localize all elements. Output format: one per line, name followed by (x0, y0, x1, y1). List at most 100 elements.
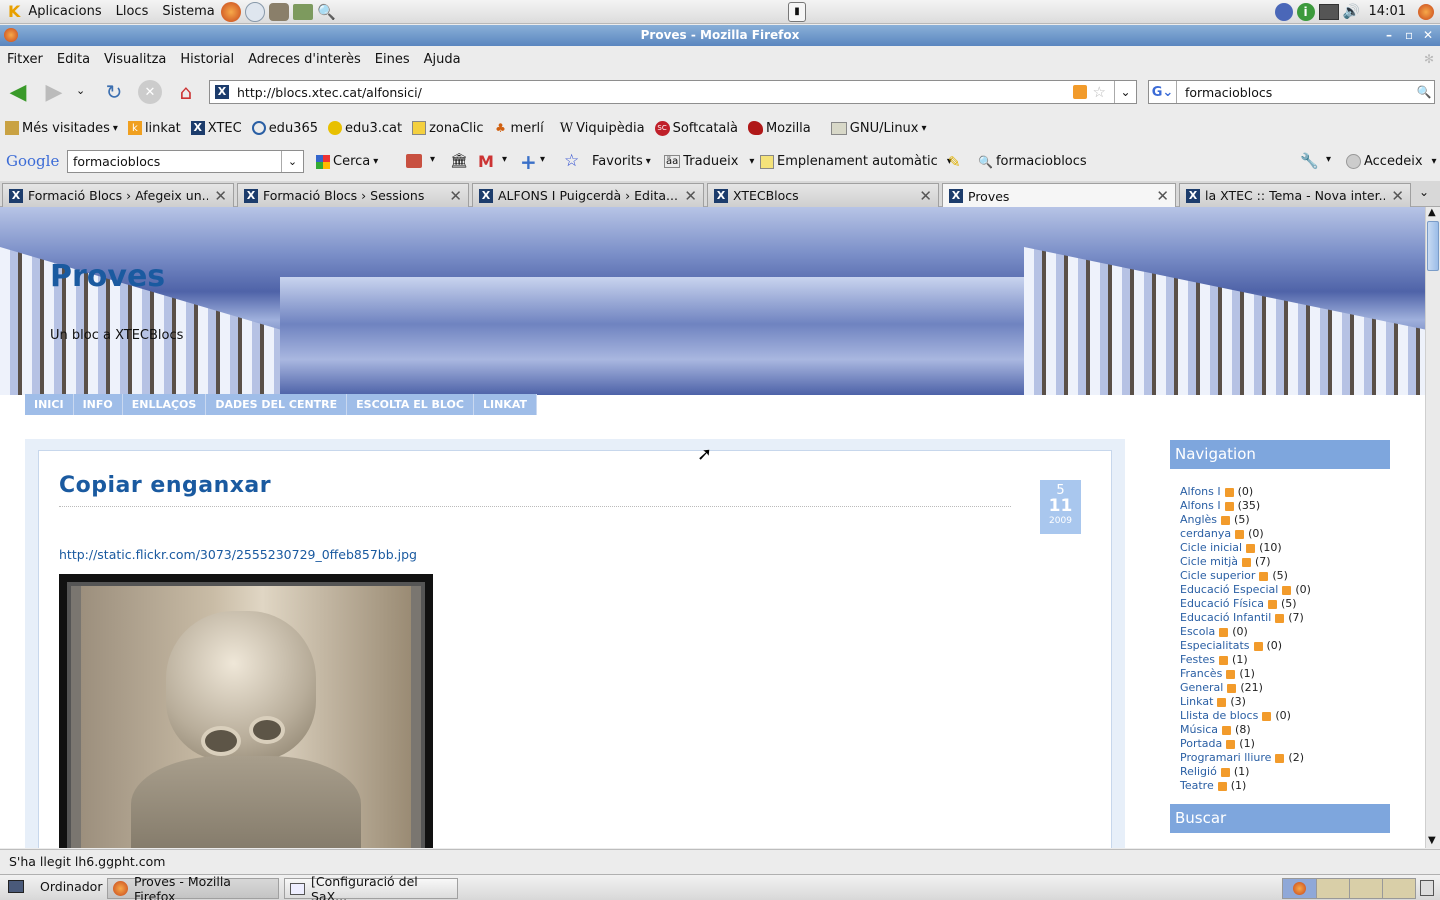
nav-inici[interactable]: INICI (25, 394, 74, 415)
translate-button[interactable]: äa Tradueix ▾ (664, 154, 754, 169)
category-link[interactable]: Música (1180, 723, 1218, 737)
rss-icon[interactable] (1235, 529, 1245, 539)
bookmark-zonaclic[interactable]: zonaClic (412, 121, 484, 136)
category-link[interactable]: Educació Física (1180, 597, 1264, 611)
rss-icon[interactable] (1275, 753, 1285, 763)
category-item[interactable]: Francès (1) (1180, 667, 1390, 681)
scroll-thumb[interactable] (1427, 221, 1439, 271)
close-icon[interactable]: ✕ (684, 187, 697, 205)
category-item[interactable]: Religió (1) (1180, 765, 1390, 779)
url-text[interactable]: http://blocs.xtec.cat/alfonsici/ (237, 85, 1073, 100)
close-icon[interactable]: ✕ (449, 187, 462, 205)
tab-xtecblocs[interactable]: X XTECBlocs ✕ (707, 183, 939, 207)
category-item[interactable]: cerdanya (0) (1180, 527, 1390, 541)
bookmark-star-icon[interactable]: ☆ (1093, 83, 1106, 101)
category-link[interactable]: Llista de blocs (1180, 709, 1258, 723)
workspace-3[interactable] (1349, 879, 1382, 898)
google-query-box[interactable]: formacioblocs ⌄ (67, 150, 304, 173)
workspace-2[interactable] (1316, 879, 1349, 898)
gimp-launcher-icon[interactable] (268, 2, 289, 21)
rss-icon[interactable] (1267, 599, 1277, 609)
close-icon[interactable]: ✕ (1156, 187, 1169, 205)
category-link[interactable]: Francès (1180, 667, 1222, 681)
info-icon[interactable]: i (1296, 2, 1315, 21)
menu-tools[interactable]: Eines (375, 52, 410, 67)
rss-icon[interactable] (1246, 543, 1256, 553)
rss-icon[interactable] (1219, 655, 1229, 665)
search-bar[interactable]: G⌄ formacioblocs 🔍 (1148, 80, 1435, 104)
menu-applications[interactable]: Aplicacions (28, 4, 101, 19)
close-icon[interactable]: ✕ (1423, 25, 1433, 46)
rss-icon[interactable] (1259, 571, 1269, 581)
rss-icon[interactable] (1224, 487, 1234, 497)
clock[interactable]: 14:01 (1369, 4, 1406, 19)
category-link[interactable]: Anglès (1180, 513, 1217, 527)
close-icon[interactable]: ✕ (214, 187, 227, 205)
menu-edit[interactable]: Edita (57, 52, 90, 67)
search-input[interactable]: formacioblocs (1177, 85, 1414, 100)
menu-help[interactable]: Ajuda (424, 52, 461, 67)
category-item[interactable]: Cicle inicial (10) (1180, 541, 1390, 555)
nav-info[interactable]: INFO (73, 394, 123, 415)
category-item[interactable]: Educació Infantil (7) (1180, 611, 1390, 625)
stop-icon[interactable]: ✕ (138, 80, 162, 104)
menu-places[interactable]: Llocs (116, 4, 149, 19)
minimize-icon[interactable]: – (1386, 25, 1392, 46)
category-item[interactable]: Especialitats (0) (1180, 639, 1390, 653)
google-logo[interactable]: Google (6, 152, 59, 170)
scroll-down-icon[interactable]: ▼ (1428, 835, 1436, 846)
nav-escolta-bloc[interactable]: ESCOLTA EL BLOC (347, 394, 474, 415)
firefox-launcher-icon[interactable] (220, 1, 241, 22)
close-icon[interactable]: ✕ (1391, 187, 1404, 205)
category-item[interactable]: Festes (1) (1180, 653, 1390, 667)
category-link[interactable]: Teatre (1180, 779, 1214, 793)
bookmark-edu3[interactable]: edu3.cat (328, 121, 402, 136)
category-link[interactable]: Festes (1180, 653, 1215, 667)
menu-file[interactable]: Fitxer (7, 52, 43, 67)
post-image[interactable] (59, 574, 433, 848)
maximize-icon[interactable]: ▫ (1405, 25, 1413, 46)
bookmark-wikipedia[interactable]: W Viquipèdia (560, 121, 645, 136)
category-item[interactable]: Programari lliure (2) (1180, 751, 1390, 765)
url-bar[interactable]: X http://blocs.xtec.cat/alfonsici/ ☆ ⌄ (209, 80, 1137, 104)
menu-system[interactable]: Sistema (162, 4, 214, 19)
rss-icon[interactable] (1282, 585, 1292, 595)
tab-xtec-tema[interactable]: Xla XTEC :: Tema - Nova inter... ✕ (1179, 183, 1411, 207)
category-item[interactable]: Escola (0) (1180, 625, 1390, 639)
rss-icon[interactable] (1262, 711, 1272, 721)
monitor-icon[interactable] (1318, 3, 1339, 20)
rss-icon[interactable] (1275, 613, 1285, 623)
usb-icon[interactable]: ▮ (788, 1, 806, 22)
search-tool-icon[interactable]: 🔍 (317, 2, 337, 22)
rss-icon[interactable] (1253, 641, 1263, 651)
back-icon[interactable]: ◀ (6, 80, 30, 105)
workspace-4[interactable] (1382, 879, 1415, 898)
category-link[interactable]: Programari lliure (1180, 751, 1271, 765)
category-link[interactable]: Religió (1180, 765, 1217, 779)
mail-launcher-icon[interactable] (244, 1, 265, 22)
rss-feed-icon[interactable] (1072, 85, 1087, 99)
bookmark-most-visited[interactable]: Més visitades ▾ (5, 121, 118, 136)
tab-list-icon[interactable]: ⌄ (1419, 185, 1429, 199)
post-link[interactable]: http://static.flickr.com/3073/2555230729… (59, 547, 417, 562)
category-link[interactable]: General (1180, 681, 1223, 695)
wrench-icon[interactable]: 🔧 (1300, 152, 1319, 170)
signin-button[interactable]: Accedeix ▾ (1346, 154, 1437, 169)
menu-view[interactable]: Visualitza (104, 52, 166, 67)
rss-icon[interactable] (1220, 767, 1230, 777)
bookmark-mozilla[interactable]: Mozilla (747, 121, 811, 136)
vertical-scrollbar[interactable]: ▲ ▼ (1425, 207, 1440, 848)
highlight-icon[interactable]: ✎ (948, 153, 961, 171)
reload-icon[interactable]: ↻ (102, 80, 126, 104)
menu-bookmarks[interactable]: Adreces d'interès (248, 52, 361, 67)
tab-alfons[interactable]: X ALFONS I Puigcerdà › Edita... ✕ (472, 183, 704, 207)
category-item[interactable]: Llista de blocs (0) (1180, 709, 1390, 723)
category-link[interactable]: Portada (1180, 737, 1222, 751)
category-link[interactable]: Cicle inicial (1180, 541, 1242, 555)
window-titlebar[interactable]: Proves - Mozilla Firefox – ▫ ✕ (0, 25, 1440, 46)
category-item[interactable]: Educació Física (5) (1180, 597, 1390, 611)
tab-sessions[interactable]: X Formació Blocs › Sessions ✕ (237, 183, 469, 207)
menu-history[interactable]: Historial (180, 52, 234, 67)
category-link[interactable]: Alfons I (1180, 485, 1221, 499)
chevron-down-icon[interactable]: ▾ (502, 154, 507, 165)
